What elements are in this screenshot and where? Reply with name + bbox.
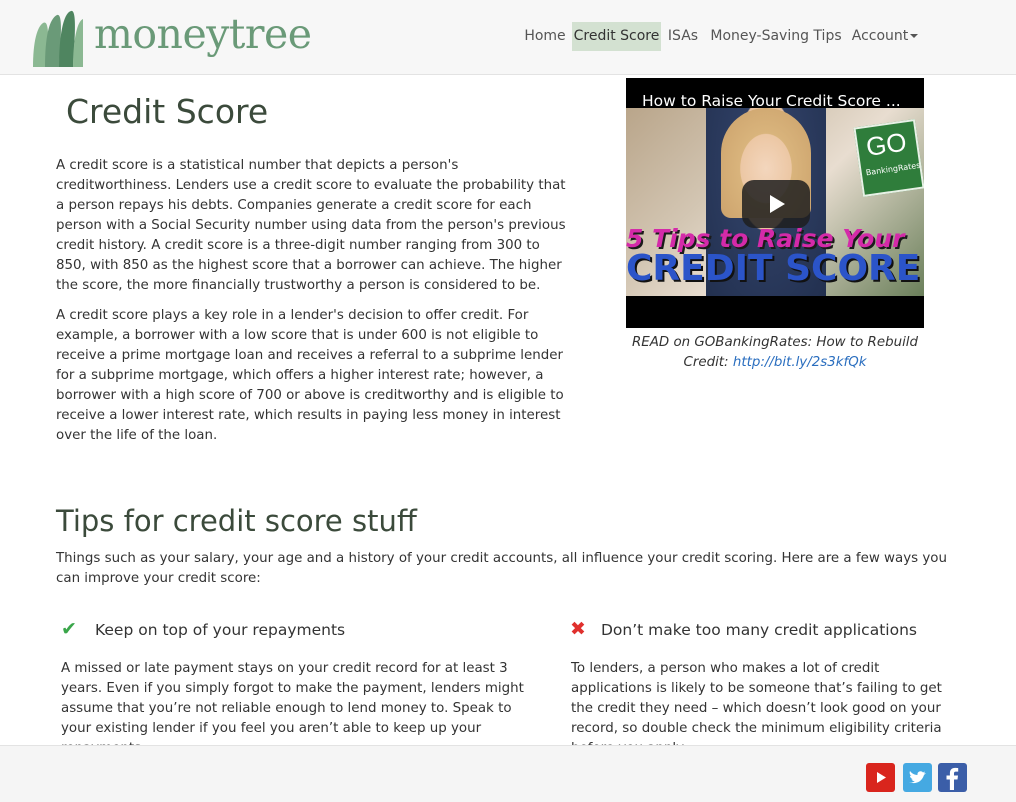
- nav-isas[interactable]: ISAs: [666, 22, 700, 51]
- caret-down-icon: [910, 34, 919, 38]
- go-logo-sub: BankingRates: [865, 160, 921, 178]
- checkmark-icon: ✔: [61, 618, 77, 640]
- moneytree-logo-icon: [33, 10, 83, 68]
- tip-body-applications: To lenders, a person who makes a lot of …: [571, 661, 942, 756]
- logo[interactable]: moneytree: [31, 7, 312, 69]
- nav-home[interactable]: Home: [520, 22, 570, 51]
- video-overlay-line2: CREDIT SCORE: [626, 248, 921, 289]
- video-player[interactable]: GO BankingRates 5 Tips to Raise Your CRE…: [626, 78, 924, 328]
- gobankingrates-logo: GO BankingRates: [853, 119, 924, 197]
- nav-account-label: Account: [851, 28, 909, 44]
- youtube-icon[interactable]: [866, 763, 895, 792]
- tips-intro: Things such as your salary, your age and…: [56, 551, 947, 586]
- nav-credit-score[interactable]: Credit Score: [572, 22, 661, 51]
- lender-paragraph: A credit score plays a key role in a len…: [56, 308, 564, 443]
- page-title: Credit Score: [66, 92, 269, 131]
- play-icon: [770, 195, 785, 213]
- cross-icon: ✖: [570, 618, 586, 640]
- play-button[interactable]: [742, 180, 810, 228]
- facebook-icon[interactable]: [938, 763, 967, 792]
- nav-account-dropdown[interactable]: Account: [849, 22, 921, 51]
- twitter-icon[interactable]: [903, 763, 932, 792]
- tip-body-repayments: A missed or late payment stays on your c…: [61, 661, 524, 756]
- tip-heading-applications: Don’t make too many credit applications: [601, 621, 917, 639]
- intro-paragraph: A credit score is a statistical number t…: [56, 158, 566, 293]
- video-caption-link[interactable]: http://bit.ly/2s3kfQk: [733, 355, 867, 370]
- video-caption: READ on GOBankingRates: How to Rebuild C…: [626, 333, 924, 373]
- video-title[interactable]: How to Raise Your Credit Score ...: [642, 92, 901, 110]
- tips-section-title: Tips for credit score stuff: [56, 504, 417, 538]
- tip-heading-repayments: Keep on top of your repayments: [95, 621, 346, 639]
- go-logo-text: GO: [864, 126, 909, 162]
- footer: [0, 745, 1016, 802]
- nav-money-saving-tips[interactable]: Money-Saving Tips: [709, 22, 843, 51]
- brand-name: moneytree: [94, 10, 312, 58]
- navbar: moneytree Home Credit Score ISAs Money-S…: [0, 0, 1016, 75]
